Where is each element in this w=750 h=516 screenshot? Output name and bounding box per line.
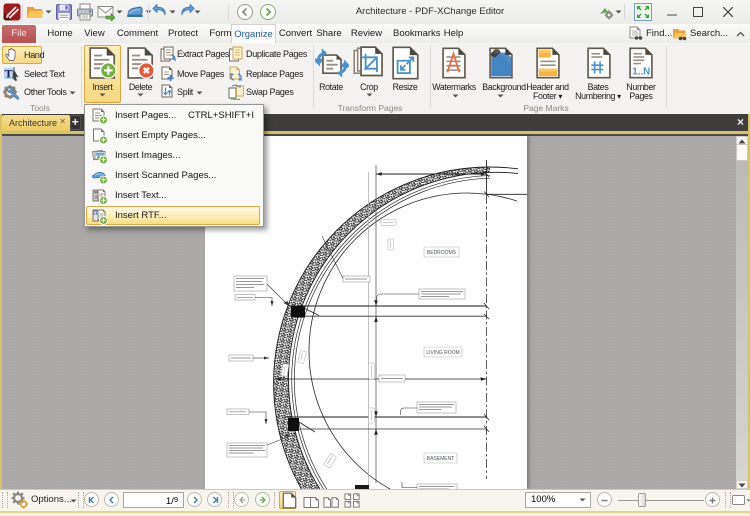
svg-text:BASEMENT: BASEMENT [427, 456, 455, 462]
svg-text:BEDROOMS: BEDROOMS [427, 250, 457, 256]
svg-text:T: T [4, 67, 12, 81]
svg-text:LIVING ROOM: LIVING ROOM [426, 350, 459, 356]
svg-text:1..N: 1..N [632, 66, 650, 77]
